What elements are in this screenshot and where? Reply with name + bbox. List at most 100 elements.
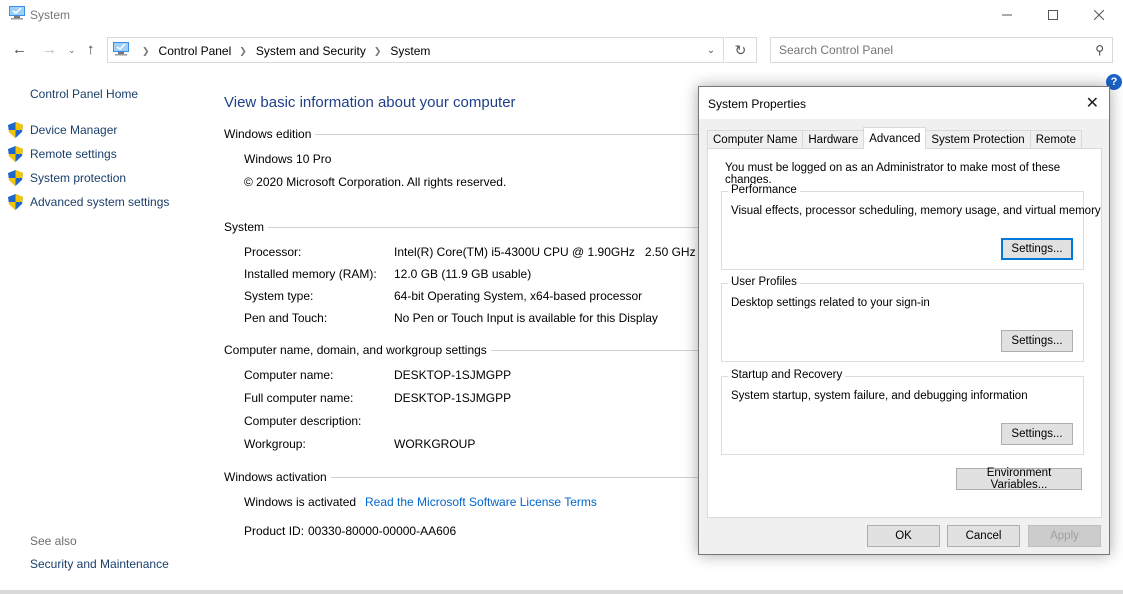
- cancel-button[interactable]: Cancel: [947, 525, 1020, 547]
- dialog-tabs: Computer Name Hardware Advanced System P…: [707, 127, 1082, 149]
- group-legend: User Profiles: [728, 276, 800, 288]
- breadcrumb-system[interactable]: System: [390, 44, 430, 58]
- group-legend: Startup and Recovery: [728, 369, 846, 381]
- search-box[interactable]: ⚲: [770, 37, 1113, 63]
- divider: [330, 476, 704, 478]
- full-computer-name-value: DESKTOP-1SJMGPP: [394, 391, 512, 405]
- breadcrumb-system-and-security[interactable]: System and Security: [256, 44, 366, 58]
- group-description: Visual effects, processor scheduling, me…: [731, 205, 1101, 217]
- close-button[interactable]: [1076, 0, 1122, 30]
- sidebar-item-remote-settings[interactable]: Remote settings: [8, 146, 117, 162]
- full-computer-name-label: Full computer name:: [244, 391, 354, 405]
- system-heading: System: [224, 220, 704, 234]
- sidebar-item-advanced-system-settings[interactable]: Advanced system settings: [8, 194, 169, 210]
- control-panel-home-link[interactable]: Control Panel Home: [30, 87, 138, 101]
- refresh-icon: ↻: [734, 41, 747, 58]
- shield-icon: [8, 194, 23, 210]
- chevron-down-icon: ⌄: [706, 44, 716, 56]
- divider: [490, 349, 704, 351]
- divider: [315, 133, 704, 135]
- tab-remote[interactable]: Remote: [1029, 130, 1082, 149]
- maximize-icon: [1048, 10, 1058, 20]
- admin-note: You must be logged on as an Administrato…: [725, 162, 1061, 186]
- tab-advanced[interactable]: Advanced: [863, 127, 927, 149]
- memory-value: 12.0 GB (11.9 GB usable): [394, 267, 532, 281]
- shield-icon: [8, 122, 23, 138]
- search-input[interactable]: [771, 38, 1071, 62]
- computer-icon: [113, 42, 129, 56]
- user-profiles-settings-button[interactable]: Settings...: [1001, 330, 1073, 352]
- group-description: System startup, system failure, and debu…: [731, 390, 1028, 402]
- performance-settings-button[interactable]: Settings...: [1001, 238, 1073, 260]
- processor-label: Processor:: [244, 245, 302, 259]
- maximize-button[interactable]: [1030, 0, 1076, 30]
- dialog-title: System Properties: [708, 97, 807, 111]
- window-bottom-edge: [0, 590, 1123, 594]
- title-bar: System: [0, 0, 1123, 30]
- back-arrow-icon[interactable]: ←: [12, 41, 27, 58]
- user-profiles-group: User Profiles Desktop settings related t…: [721, 276, 1084, 362]
- breadcrumb: ❯ Control Panel ❯ System and Security ❯ …: [134, 44, 430, 58]
- forward-arrow-icon[interactable]: →: [42, 41, 57, 58]
- system-type-label: System type:: [244, 289, 314, 303]
- section-heading-text: Computer name, domain, and workgroup set…: [224, 343, 487, 357]
- minimize-button[interactable]: [984, 0, 1030, 30]
- security-and-maintenance-link[interactable]: Security and Maintenance: [30, 557, 169, 571]
- advanced-tab-panel: You must be logged on as an Administrato…: [707, 148, 1102, 518]
- recent-locations-chevron-icon[interactable]: ⌄: [68, 45, 76, 56]
- windows-activation-heading: Windows activation: [224, 470, 704, 484]
- processor-value: Intel(R) Core(TM) i5-4300U CPU @ 1.90GHz…: [394, 245, 696, 259]
- apply-button[interactable]: Apply: [1028, 525, 1101, 547]
- tab-system-protection[interactable]: System Protection: [925, 130, 1031, 149]
- sidebar-item-label: Advanced system settings: [30, 195, 170, 209]
- address-bar[interactable]: ❯ Control Panel ❯ System and Security ❯ …: [107, 37, 724, 63]
- activation-status: Windows is activated: [244, 495, 357, 509]
- dialog-close-icon[interactable]: ✕: [1086, 93, 1099, 113]
- startup-recovery-settings-button[interactable]: Settings...: [1001, 423, 1073, 445]
- chevron-right-icon: ❯: [239, 45, 247, 56]
- page-title: View basic information about your comput…: [224, 94, 516, 111]
- startup-recovery-group: Startup and Recovery System startup, sys…: [721, 369, 1084, 455]
- refresh-button[interactable]: ↻: [725, 37, 757, 63]
- section-heading-text: Windows activation: [224, 470, 327, 484]
- dialog-title-bar: System Properties ✕: [699, 87, 1109, 119]
- sidebar-item-label: Remote settings: [30, 147, 117, 161]
- sidebar-item-device-manager[interactable]: Device Manager: [8, 122, 117, 138]
- pen-touch-label: Pen and Touch:: [244, 311, 328, 325]
- computer-name-label: Computer name:: [244, 368, 334, 382]
- computer-name-value: DESKTOP-1SJMGPP: [394, 368, 512, 382]
- pen-touch-value: No Pen or Touch Input is available for t…: [394, 311, 658, 325]
- sidebar-item-label: System protection: [30, 171, 127, 185]
- minimize-icon: [1002, 14, 1012, 16]
- group-description: Desktop settings related to your sign-in: [731, 297, 930, 309]
- chevron-right-icon: ❯: [373, 45, 382, 56]
- system-type-value: 64-bit Operating System, x64-based proce…: [394, 289, 643, 303]
- environment-variables-button[interactable]: Environment Variables...: [956, 467, 1082, 491]
- tab-computer-name[interactable]: Computer Name: [707, 130, 804, 149]
- divider: [268, 226, 704, 228]
- ok-button[interactable]: OK: [867, 525, 940, 547]
- search-icon: ⚲: [1095, 43, 1104, 57]
- address-dropdown-button[interactable]: ⌄: [697, 37, 725, 63]
- chevron-right-icon: ❯: [142, 45, 150, 56]
- section-heading-text: System: [224, 220, 265, 234]
- workgroup-value: WORKGROUP: [394, 437, 476, 451]
- product-id-value: 00330-80000-00000-AA606: [308, 524, 457, 538]
- sidebar-item-label: Device Manager: [30, 123, 118, 137]
- workgroup-label: Workgroup:: [244, 437, 306, 451]
- memory-label: Installed memory (RAM):: [244, 267, 377, 281]
- tab-hardware[interactable]: Hardware: [802, 130, 865, 149]
- sidebar: Control Panel Home Device Manager Remote…: [0, 80, 205, 594]
- sidebar-item-system-protection[interactable]: System protection: [8, 170, 126, 186]
- license-terms-link[interactable]: Read the Microsoft Software License Term…: [365, 495, 597, 509]
- copyright-text: © 2020 Microsoft Corporation. All rights…: [244, 175, 507, 189]
- section-heading-text: Windows edition: [224, 127, 312, 141]
- computer-description-label: Computer description:: [244, 414, 362, 428]
- window-title: System: [30, 8, 71, 22]
- see-also-heading: See also: [30, 534, 77, 548]
- shield-icon: [8, 170, 23, 186]
- windows-edition-heading: Windows edition: [224, 127, 704, 141]
- system-icon: [9, 6, 25, 20]
- breadcrumb-control-panel[interactable]: Control Panel: [159, 44, 232, 58]
- up-arrow-icon[interactable]: ↑: [87, 41, 95, 58]
